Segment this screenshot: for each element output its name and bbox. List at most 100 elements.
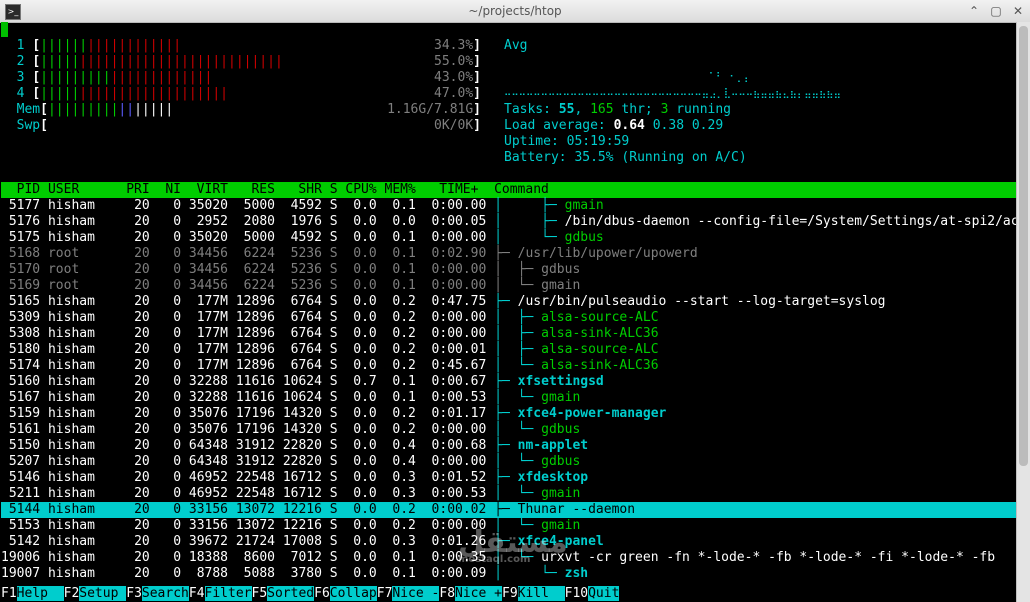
process-pid: 5144 bbox=[1, 502, 48, 517]
process-mem: 0.2 bbox=[384, 422, 424, 437]
process-virt: 35076 bbox=[188, 406, 236, 421]
process-tree: ├─ bbox=[494, 534, 518, 549]
process-command: alsa-source-ALC bbox=[541, 342, 659, 357]
process-priority: 20 bbox=[126, 454, 158, 469]
function-label-f1[interactable]: Help bbox=[16, 586, 64, 601]
function-key-f8[interactable]: F8 bbox=[439, 586, 456, 601]
process-row[interactable]: 5177 hisham 20 0 35020 5000 4592 S 0.0 0… bbox=[1, 198, 604, 214]
process-mem: 0.2 bbox=[384, 310, 424, 325]
process-row[interactable]: 5161 hisham 20 0 35076 17196 14320 S 0.0… bbox=[1, 422, 580, 438]
process-row[interactable]: 5142 hisham 20 0 39672 21724 17008 S 0.0… bbox=[1, 534, 604, 550]
function-key-f7[interactable]: F7 bbox=[376, 586, 393, 601]
process-mem: 0.1 bbox=[384, 230, 424, 245]
process-row[interactable]: 5153 hisham 20 0 33156 13072 12216 S 0.0… bbox=[1, 518, 580, 534]
process-row[interactable]: 5309 hisham 20 0 177M 12896 6764 S 0.0 0… bbox=[1, 310, 659, 326]
function-key-f2[interactable]: F2 bbox=[63, 586, 80, 601]
process-row[interactable]: 5146 hisham 20 0 46952 22548 16712 S 0.0… bbox=[1, 470, 588, 486]
function-key-f9[interactable]: F9 bbox=[502, 586, 518, 601]
process-nice: 0 bbox=[157, 566, 189, 581]
function-label-f9[interactable]: Kill bbox=[517, 586, 565, 601]
process-cpu: 0.0 bbox=[345, 246, 385, 261]
function-label-f5[interactable]: Sorted bbox=[267, 586, 315, 601]
process-priority: 20 bbox=[126, 230, 158, 245]
process-row[interactable]: 19006 hisham 20 0 18388 8600 7012 S 0.0 … bbox=[1, 550, 995, 566]
process-command: xfsettingsd bbox=[517, 374, 604, 389]
process-row[interactable]: 5144 hisham 20 0 33156 13072 12216 S 0.0… bbox=[1, 502, 1016, 518]
process-nice: 0 bbox=[157, 374, 189, 389]
process-user: hisham bbox=[47, 502, 127, 517]
process-row[interactable]: 5159 hisham 20 0 35076 17196 14320 S 0.0… bbox=[1, 406, 667, 422]
process-res: 6224 bbox=[235, 246, 283, 261]
process-nice: 0 bbox=[157, 326, 189, 341]
process-priority: 20 bbox=[126, 262, 158, 277]
process-shr: 12216 bbox=[282, 518, 330, 533]
load-average-meter: Load average: 0.64 0.38 0.29 bbox=[504, 118, 724, 133]
process-pid: 5167 bbox=[1, 390, 48, 405]
process-pid: 5153 bbox=[1, 518, 48, 533]
function-key-f4[interactable]: F4 bbox=[188, 586, 205, 601]
process-row[interactable]: 5165 hisham 20 0 177M 12896 6764 S 0.0 0… bbox=[1, 294, 886, 310]
process-shr: 6764 bbox=[282, 358, 330, 373]
function-label-f4[interactable]: Filter bbox=[204, 586, 252, 601]
process-command: alsa-sink-ALC36 bbox=[541, 326, 659, 341]
function-key-f3[interactable]: F3 bbox=[126, 586, 142, 601]
process-res: 12896 bbox=[235, 358, 283, 373]
process-row[interactable]: 5176 hisham 20 0 2952 2080 1976 S 0.0 0.… bbox=[1, 214, 1016, 230]
process-state: S bbox=[329, 438, 346, 453]
process-res: 22548 bbox=[235, 486, 283, 501]
close-window-icon[interactable]: ✕ bbox=[1012, 4, 1024, 18]
function-key-f10[interactable]: F10 bbox=[564, 586, 589, 601]
process-row[interactable]: 5207 hisham 20 0 64348 31912 22820 S 0.0… bbox=[1, 454, 580, 470]
process-row[interactable]: 5211 hisham 20 0 46952 22548 16712 S 0.0… bbox=[1, 486, 580, 502]
process-row[interactable]: 5174 hisham 20 0 177M 12896 6764 S 0.0 0… bbox=[1, 358, 659, 374]
function-label-f6[interactable]: Collap bbox=[329, 586, 377, 601]
vertical-scrollbar[interactable] bbox=[1016, 22, 1030, 602]
function-key-f5[interactable]: F5 bbox=[251, 586, 268, 601]
process-row[interactable]: 5180 hisham 20 0 177M 12896 6764 S 0.0 0… bbox=[1, 342, 659, 358]
function-label-f10[interactable]: Quit bbox=[588, 586, 620, 601]
process-row[interactable]: 5170 root 20 0 34456 6224 5236 S 0.0 0.1… bbox=[1, 262, 580, 278]
function-label-f3[interactable]: Search bbox=[141, 586, 189, 601]
function-label-f2[interactable]: Setup bbox=[79, 586, 127, 601]
scrollbar-thumb[interactable] bbox=[1019, 26, 1028, 466]
process-virt: 46952 bbox=[188, 470, 236, 485]
process-mem: 0.1 bbox=[384, 374, 424, 389]
process-row[interactable]: 5167 hisham 20 0 32288 11616 10624 S 0.0… bbox=[1, 390, 580, 406]
process-time: 0:45.67 bbox=[423, 358, 495, 373]
process-mem: 0.2 bbox=[384, 342, 424, 357]
process-time: 0:00.53 bbox=[423, 390, 495, 405]
process-row[interactable]: 19007 hisham 20 0 8788 5088 3780 S 0.0 0… bbox=[1, 566, 588, 582]
process-state: S bbox=[329, 214, 346, 229]
process-pid: 5308 bbox=[1, 326, 48, 341]
process-user: hisham bbox=[47, 566, 127, 581]
process-res: 31912 bbox=[235, 438, 283, 453]
process-command: zsh bbox=[564, 566, 589, 581]
function-label-f8[interactable]: Nice + bbox=[455, 586, 502, 601]
process-state: S bbox=[329, 454, 346, 469]
process-user: hisham bbox=[47, 454, 127, 469]
process-row[interactable]: 5308 hisham 20 0 177M 12896 6764 S 0.0 0… bbox=[1, 326, 659, 342]
process-shr: 22820 bbox=[282, 438, 330, 453]
process-pid: 19007 bbox=[1, 566, 48, 581]
process-priority: 20 bbox=[126, 374, 158, 389]
process-priority: 20 bbox=[126, 342, 158, 357]
process-pid: 5180 bbox=[1, 342, 48, 357]
process-state: S bbox=[329, 534, 346, 549]
process-row[interactable]: 5150 hisham 20 0 64348 31912 22820 S 0.0… bbox=[1, 438, 588, 454]
function-label-f7[interactable]: Nice - bbox=[392, 586, 440, 601]
function-key-f6[interactable]: F6 bbox=[314, 586, 330, 601]
cpu-1-percent: 34.3% bbox=[434, 38, 474, 53]
process-row[interactable]: 5168 root 20 0 34456 6224 5236 S 0.0 0.1… bbox=[1, 246, 698, 262]
process-row[interactable]: 5169 root 20 0 34456 6224 5236 S 0.0 0.1… bbox=[1, 278, 580, 294]
process-tree: │ ├─ bbox=[494, 262, 542, 277]
terminal-area[interactable]: 1 [|||||||||||||||||| 34.3%] 2 [||||||||… bbox=[1, 22, 1016, 602]
process-table-header[interactable]: PID USER PRI NI VIRT RES SHR S CPU% MEM%… bbox=[1, 182, 1016, 198]
process-cpu: 0.0 bbox=[345, 326, 385, 341]
process-state: S bbox=[329, 406, 346, 421]
process-cpu: 0.0 bbox=[345, 310, 385, 325]
process-row[interactable]: 5160 hisham 20 0 32288 11616 10624 S 0.7… bbox=[1, 374, 604, 390]
maximize-window-icon[interactable]: ▢ bbox=[990, 4, 1002, 18]
process-row[interactable]: 5175 hisham 20 0 35020 5000 4592 S 0.0 0… bbox=[1, 230, 604, 246]
shade-window-icon[interactable]: ⌃ bbox=[968, 4, 980, 18]
function-key-f1[interactable]: F1 bbox=[1, 586, 17, 601]
